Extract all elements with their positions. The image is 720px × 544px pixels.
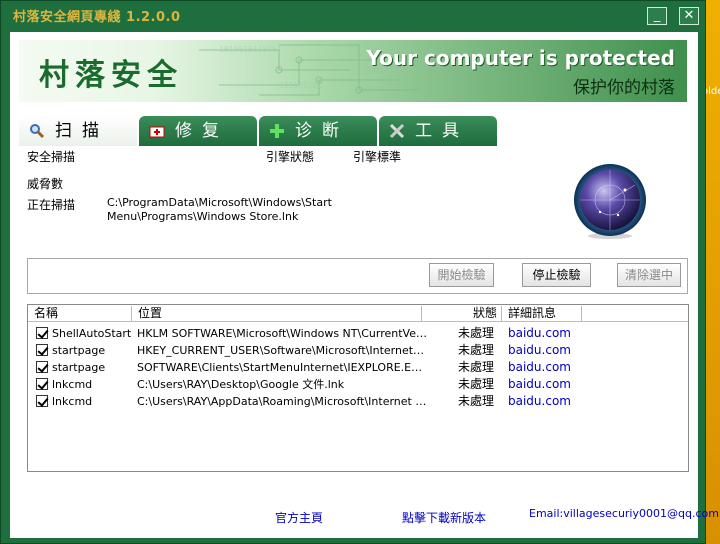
- protected-tagline: Your computer is protected: [366, 46, 675, 70]
- tab-label: 扫描: [55, 121, 109, 141]
- table-row[interactable]: startpage HKEY_CURRENT_USER\Software\Mic…: [28, 342, 688, 359]
- svg-text:1010010110101: 1010010110101: [219, 45, 282, 54]
- row-detail[interactable]: baidu.com: [508, 342, 571, 359]
- header-location[interactable]: 位置: [132, 306, 422, 321]
- row-status: 未處理: [457, 360, 494, 374]
- app-window: 村落安全網頁專綫 1.2.0.0 _ ✕ 1010010110101 010110…: [0, 0, 719, 544]
- row-status: 未處理: [457, 394, 494, 408]
- window-title: 村落安全網頁專綫 1.2.0.0: [13, 10, 181, 25]
- row-location: HKEY_CURRENT_USER\Software\Microsoft\Int…: [137, 344, 427, 357]
- row-name: lnkcmd: [52, 378, 93, 391]
- table-row[interactable]: lnkcmd C:\Users\RAY\Desktop\Google 文件.ln…: [28, 376, 688, 393]
- minimize-button[interactable]: _: [647, 7, 667, 25]
- row-location: C:\Users\RAY\AppData\Roaming\Microsoft\I…: [137, 395, 427, 408]
- radar-globe-icon: [574, 164, 646, 239]
- row-detail[interactable]: baidu.com: [508, 359, 571, 376]
- row-status: 未處理: [457, 326, 494, 340]
- title-bar[interactable]: 村落安全網頁專綫 1.2.0.0 _ ✕: [1, 1, 705, 29]
- row-checkbox[interactable]: [36, 395, 48, 407]
- tab-diagnose[interactable]: 诊断: [259, 116, 377, 146]
- table-row[interactable]: ShellAutoStart HKLM SOFTWARE\Microsoft\W…: [28, 325, 688, 342]
- table-row[interactable]: startpage SOFTWARE\Clients\StartMenuInte…: [28, 359, 688, 376]
- client-area: 1010010110101 01011010010 110100101 村落安全 …: [10, 32, 719, 538]
- scanning-path: C:\ProgramData\Microsoft\Windows\Start M…: [107, 196, 332, 223]
- header-status[interactable]: 狀態: [422, 306, 502, 321]
- medkit-icon: [149, 126, 165, 138]
- svg-text:110100101: 110100101: [279, 81, 323, 90]
- row-location: SOFTWARE\Clients\StartMenuInternet\IEXPL…: [137, 361, 427, 374]
- row-checkbox[interactable]: [36, 378, 48, 390]
- scanning-label: 正在掃描: [27, 198, 76, 212]
- results-table[interactable]: 名稱 位置 狀態 詳細訊息 ShellAutoStart HKLM SOFTWA…: [27, 304, 689, 472]
- header-name[interactable]: 名稱: [28, 306, 132, 321]
- row-checkbox[interactable]: [36, 344, 48, 356]
- row-name: startpage: [52, 344, 106, 357]
- row-status: 未處理: [457, 377, 494, 391]
- row-name: ShellAutoStart: [52, 327, 132, 340]
- tab-label: 修复: [175, 121, 229, 141]
- tab-repair[interactable]: 修复: [139, 116, 257, 146]
- tab-tools[interactable]: 工具: [379, 116, 497, 146]
- close-button[interactable]: ✕: [679, 7, 699, 25]
- engine-standard-label: 引擎標準: [353, 150, 402, 164]
- clear-selected-button[interactable]: 清除選中: [617, 263, 681, 287]
- header-detail[interactable]: 詳細訊息: [502, 306, 582, 321]
- email-link[interactable]: Email:villagesecuriy0001@qq.com: [529, 507, 719, 520]
- row-detail[interactable]: baidu.com: [508, 376, 571, 393]
- table-row[interactable]: lnkcmd C:\Users\RAY\AppData\Roaming\Micr…: [28, 393, 688, 410]
- magnifier-icon: [30, 124, 45, 139]
- threat-count-label: 威脅數: [27, 177, 64, 191]
- row-status: 未處理: [457, 343, 494, 357]
- stop-scan-button[interactable]: 停止檢驗: [522, 263, 591, 287]
- svg-text:01011010010: 01011010010: [319, 59, 372, 68]
- tab-scan[interactable]: 扫描: [19, 116, 137, 146]
- banner: 1010010110101 01011010010 110100101 村落安全 …: [19, 40, 687, 102]
- start-scan-button[interactable]: 開始檢驗: [429, 263, 494, 287]
- row-name: lnkcmd: [52, 395, 93, 408]
- tab-label: 诊断: [295, 121, 349, 141]
- protect-village-tagline: 保护你的村落: [573, 78, 675, 98]
- plus-icon: [270, 124, 284, 138]
- row-checkbox[interactable]: [36, 327, 48, 339]
- tab-bar: 扫描 修复 诊断 工具: [19, 116, 499, 146]
- table-header: 名稱 位置 狀態 詳細訊息: [28, 305, 688, 322]
- row-location: HKLM SOFTWARE\Microsoft\Windows NT\Curre…: [137, 327, 427, 340]
- row-location: C:\Users\RAY\Desktop\Google 文件.lnk: [137, 378, 345, 391]
- tab-label: 工具: [415, 121, 469, 141]
- homepage-link[interactable]: 官方主頁: [275, 509, 323, 526]
- scan-type-label: 安全掃描: [27, 150, 76, 164]
- row-detail[interactable]: baidu.com: [508, 325, 571, 342]
- row-checkbox[interactable]: [36, 361, 48, 373]
- engine-status-label: 引擎狀態: [266, 150, 315, 164]
- download-link[interactable]: 點擊下載新版本: [402, 509, 486, 526]
- app-logo: 村落安全: [39, 58, 183, 93]
- row-name: startpage: [52, 361, 106, 374]
- row-detail[interactable]: baidu.com: [508, 393, 571, 410]
- tools-icon: [389, 123, 405, 139]
